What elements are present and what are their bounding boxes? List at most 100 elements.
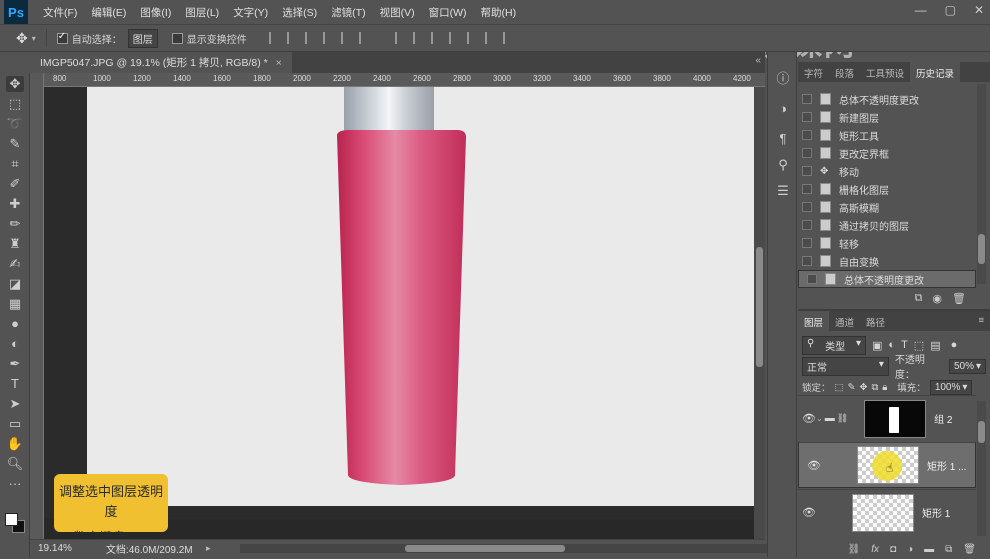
paragraph-icon[interactable]: ¶ <box>776 132 790 146</box>
history-item[interactable]: 通过拷贝的图层 <box>798 216 976 234</box>
layer-row-selected[interactable]: 👁︎ ☝ 矩形 1 ... <box>798 442 976 488</box>
healing-brush-tool-icon[interactable]: ✚ <box>6 196 24 212</box>
menu-select[interactable]: 选择(S) <box>275 5 324 20</box>
zoom-tool-icon[interactable]: 🔍︎ <box>6 456 24 472</box>
adjustments-icon[interactable]: ◑ <box>776 102 790 116</box>
history-brush-tool-icon[interactable]: ✍ <box>6 256 24 272</box>
align-top-icon[interactable] <box>268 32 279 44</box>
menu-view[interactable]: 视图(V) <box>373 5 422 20</box>
lock-pixels-icon[interactable]: ✎ <box>848 382 856 393</box>
zoom-level[interactable]: 19.14% <box>38 543 72 554</box>
history-item[interactable]: 自由变换 <box>798 252 976 270</box>
menu-help[interactable]: 帮助(H) <box>474 5 524 20</box>
add-mask-icon[interactable]: ◘ <box>890 544 896 555</box>
filter-smart-object-icon[interactable]: ▤ <box>930 339 940 352</box>
lock-artboard-icon[interactable]: ⧉ <box>871 382 878 393</box>
distribute-hcenter-icon[interactable] <box>466 32 477 44</box>
move-tool-icon[interactable]: ✥ <box>6 76 24 92</box>
path-select-tool-icon[interactable]: ➤ <box>6 396 24 412</box>
foreground-color-swatch[interactable] <box>5 513 18 526</box>
filter-pixel-icon[interactable]: ▣ <box>872 339 882 352</box>
brush-settings-icon[interactable]: ⚲ <box>776 158 790 172</box>
history-item[interactable]: 高斯模糊 <box>798 198 976 216</box>
history-scroll-thumb[interactable] <box>978 234 985 264</box>
type-tool-icon[interactable]: T <box>6 376 24 392</box>
visibility-eye-icon[interactable]: 👁︎ <box>798 506 820 519</box>
lock-all-icon[interactable]: 🔒︎ <box>882 382 887 393</box>
eraser-tool-icon[interactable]: ◪ <box>6 276 24 292</box>
more-tools-icon[interactable]: ··· <box>6 476 24 492</box>
menu-window[interactable]: 窗口(W) <box>422 5 474 20</box>
maximize-icon[interactable]: ▢ <box>945 3 956 17</box>
fill-input[interactable]: 100% ▾ <box>929 379 973 395</box>
link-layers-icon[interactable]: ⛓ <box>848 544 861 555</box>
new-group-icon[interactable]: ▬ <box>924 544 934 555</box>
tab-paths[interactable]: 路径 <box>860 311 891 331</box>
close-icon[interactable]: ✕ <box>974 3 984 17</box>
horizontal-scroll-thumb[interactable] <box>405 545 565 552</box>
auto-select-checkbox[interactable] <box>56 31 68 44</box>
adjustment-layer-icon[interactable]: ◑ <box>907 544 913 555</box>
menu-edit[interactable]: 编辑(E) <box>84 5 133 20</box>
menu-filter[interactable]: 滤镜(T) <box>324 5 372 20</box>
gradient-tool-icon[interactable]: ▦ <box>6 296 24 312</box>
dodge-tool-icon[interactable]: ◐ <box>6 336 24 352</box>
tool-preset-dropdown-icon[interactable]: ▾ <box>32 34 36 43</box>
layer-row[interactable]: 👁︎ 矩形 1 <box>798 489 976 535</box>
camera-icon[interactable]: ◉ <box>932 292 942 305</box>
tab-history[interactable]: 历史记录 <box>910 62 961 82</box>
auto-align-icon[interactable] <box>502 32 513 44</box>
distribute-vcenter-icon[interactable] <box>412 32 423 44</box>
expand-arrow-icon[interactable]: ⌄ <box>816 414 823 423</box>
new-layer-icon[interactable]: ⧉ <box>945 544 952 555</box>
document-tab[interactable]: IMGP5047.JPG @ 19.1% (矩形 1 拷贝, RGB/8) * … <box>30 52 292 73</box>
collapse-panels-icon[interactable]: « <box>755 55 761 66</box>
filter-adjustment-icon[interactable]: ◐ <box>888 339 895 351</box>
tab-character[interactable]: 字符 <box>798 62 829 82</box>
history-scrollbar[interactable] <box>977 84 986 284</box>
trash-icon[interactable]: 🗑︎ <box>952 292 966 305</box>
distribute-right-icon[interactable] <box>484 32 495 44</box>
clone-stamp-tool-icon[interactable]: ♜ <box>6 236 24 252</box>
filter-type-icon[interactable]: T <box>901 339 908 351</box>
move-tool-icon[interactable]: ✥ <box>16 30 28 47</box>
filter-toggle-icon[interactable]: ● <box>951 339 958 351</box>
layer-row-group[interactable]: 👁︎ ⌄ ▬ ⛓ 组 2 <box>798 395 976 441</box>
menu-type[interactable]: 文字(Y) <box>226 5 275 20</box>
auto-select-dropdown[interactable]: 图层 <box>127 28 158 48</box>
history-item[interactable]: 栅格化图层 <box>798 180 976 198</box>
blend-mode-dropdown[interactable]: 正常 ▾ <box>802 356 889 376</box>
distribute-left-icon[interactable] <box>448 32 459 44</box>
filter-shape-icon[interactable]: ⬚ <box>914 339 924 352</box>
tab-channels[interactable]: 通道 <box>829 311 860 331</box>
history-item[interactable]: 更改定界框 <box>798 144 976 162</box>
trash-icon[interactable]: 🗑︎ <box>963 544 976 555</box>
history-item[interactable]: ✥ 移动 <box>798 162 976 180</box>
history-item[interactable]: 轻移 <box>798 234 976 252</box>
eyedropper-tool-icon[interactable]: ✐ <box>6 176 24 192</box>
history-item-selected[interactable]: 总体不透明度更改 <box>798 270 976 288</box>
status-menu-icon[interactable]: ▸ <box>206 543 211 554</box>
new-document-from-state-icon[interactable]: ⧉ <box>915 292 923 305</box>
history-item[interactable]: 矩形工具 <box>798 126 976 144</box>
history-item[interactable]: 新建图层 <box>798 108 976 126</box>
rectangle-tool-icon[interactable]: ▭ <box>6 416 24 432</box>
vertical-scrollbar[interactable] <box>754 87 765 539</box>
align-left-icon[interactable] <box>322 32 333 44</box>
align-vcenter-icon[interactable] <box>286 32 297 44</box>
tab-layers[interactable]: 图层 <box>798 311 830 331</box>
marquee-tool-icon[interactable]: ⬚ <box>6 96 24 112</box>
document-size[interactable]: 文档:46.0M/209.2M <box>106 541 193 556</box>
menu-layer[interactable]: 图层(L) <box>178 5 226 20</box>
align-hcenter-icon[interactable] <box>340 32 351 44</box>
close-tab-icon[interactable]: × <box>276 57 282 69</box>
layer-filter-dropdown[interactable]: ⚲ 类型 ▾ <box>802 335 866 355</box>
quick-select-tool-icon[interactable]: ✎ <box>6 136 24 152</box>
horizontal-scrollbar[interactable] <box>240 544 780 553</box>
history-item[interactable]: 总体不透明度更改 <box>798 90 976 108</box>
lock-position-icon[interactable]: ✥ <box>859 382 867 393</box>
lasso-tool-icon[interactable]: ➰ <box>6 116 24 132</box>
distribute-top-icon[interactable] <box>394 32 405 44</box>
tab-paragraph[interactable]: 段落 <box>829 62 860 82</box>
tab-tool-presets[interactable]: 工具预设 <box>860 62 910 82</box>
